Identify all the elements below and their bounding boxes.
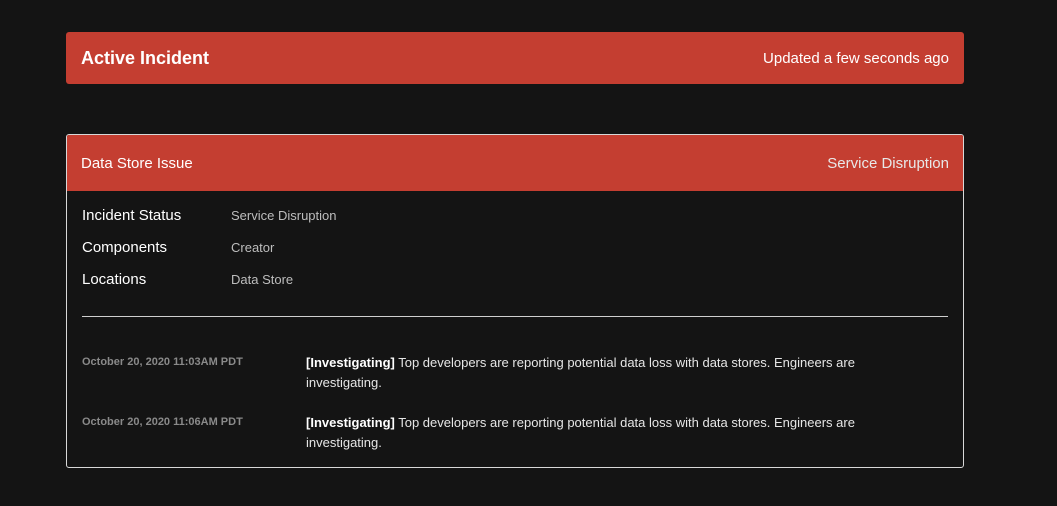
update-status-tag: [Investigating]	[306, 415, 395, 430]
detail-row-locations: Locations Data Store	[82, 271, 337, 303]
incident-updates: October 20, 2020 11:03AM PDT [Investigat…	[82, 353, 948, 467]
detail-row-incident-status: Incident Status Service Disruption	[82, 207, 337, 239]
update-row: October 20, 2020 11:03AM PDT [Investigat…	[82, 353, 948, 413]
detail-value: Service Disruption	[231, 208, 337, 223]
update-status-tag: [Investigating]	[306, 355, 395, 370]
incident-card: Data Store Issue Service Disruption Inci…	[66, 134, 964, 468]
banner-title: Active Incident	[81, 47, 210, 68]
update-row: October 20, 2020 11:06AM PDT [Investigat…	[82, 413, 948, 467]
update-timestamp: October 20, 2020 11:03AM PDT	[82, 356, 243, 368]
update-message: [Investigating] Top developers are repor…	[306, 413, 896, 467]
detail-row-components: Components Creator	[82, 239, 337, 271]
active-incident-banner: Active Incident Updated a few seconds ag…	[66, 32, 964, 84]
detail-label: Components	[82, 239, 168, 256]
banner-updated-time: Updated a few seconds ago	[763, 49, 949, 67]
detail-label: Incident Status	[82, 207, 182, 224]
update-message: [Investigating] Top developers are repor…	[306, 353, 896, 413]
detail-value: Data Store	[231, 272, 294, 287]
detail-label: Locations	[82, 271, 147, 288]
detail-value: Creator	[231, 240, 275, 255]
incident-title: Data Store Issue	[81, 154, 193, 172]
update-timestamp: October 20, 2020 11:06AM PDT	[82, 416, 243, 428]
incident-details: Incident Status Service Disruption Compo…	[82, 207, 337, 303]
incident-status-badge: Service Disruption	[827, 154, 949, 172]
divider	[82, 316, 948, 317]
incident-card-header: Data Store Issue Service Disruption	[67, 135, 963, 191]
